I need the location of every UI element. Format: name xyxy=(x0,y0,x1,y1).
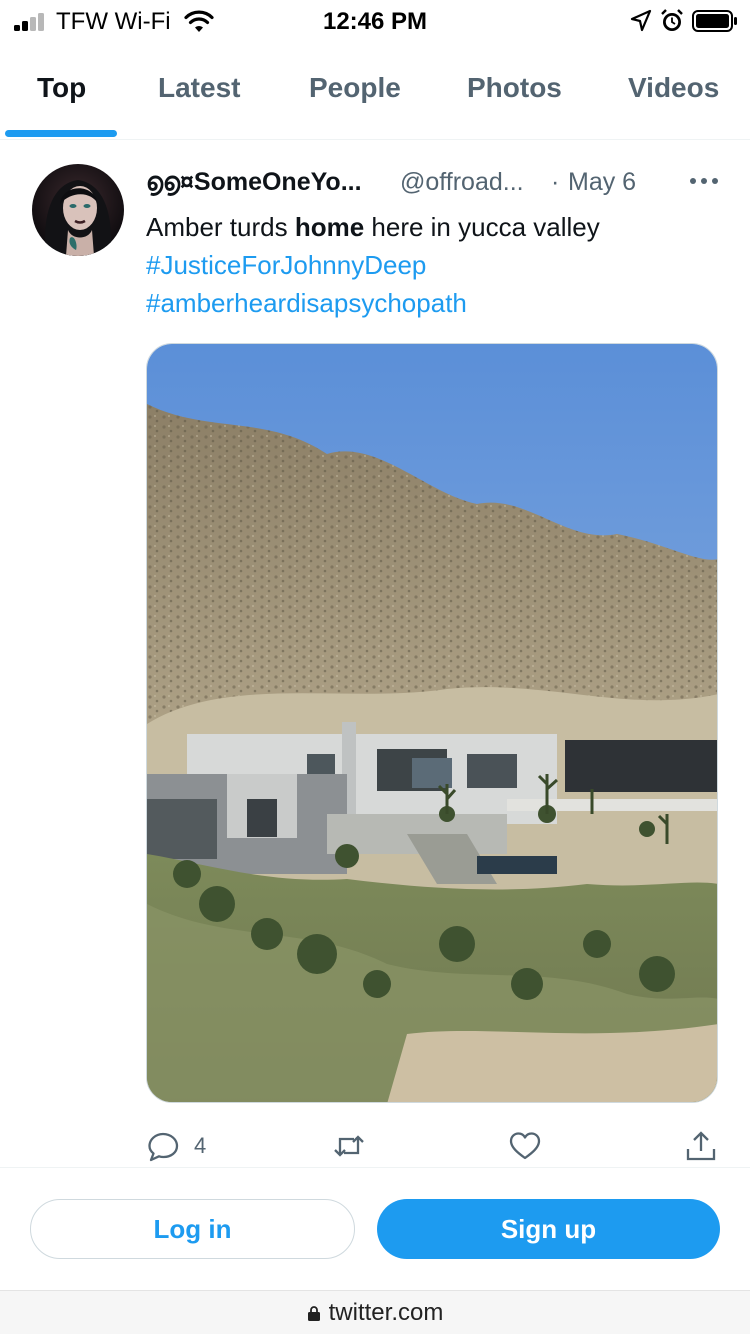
retweet-button[interactable] xyxy=(332,1128,366,1164)
share-button[interactable] xyxy=(684,1128,718,1164)
display-name[interactable]: ൭൭¤SomeOneYo... xyxy=(146,168,362,197)
browser-address-bar[interactable]: twitter.com xyxy=(0,1290,750,1334)
tweet-header: ൭൭¤SomeOneYo... @offroad... · May 6 xyxy=(146,168,726,202)
tweet-text-after: here in yucca valley xyxy=(364,212,600,242)
url-display[interactable]: twitter.com xyxy=(0,1299,750,1327)
login-button[interactable]: Log in xyxy=(30,1199,355,1259)
retweet-icon xyxy=(334,1135,364,1157)
tab-latest[interactable]: Latest xyxy=(158,72,240,104)
more-icon[interactable] xyxy=(686,166,722,196)
reply-count: 4 xyxy=(194,1133,207,1158)
tweet-text-bold: home xyxy=(294,212,365,242)
heart-icon xyxy=(509,1132,541,1160)
signup-button[interactable]: Sign up xyxy=(377,1199,720,1259)
active-tab-indicator xyxy=(5,130,117,137)
alarm-icon xyxy=(661,9,683,31)
tab-photos[interactable]: Photos xyxy=(467,72,562,104)
search-tabs: Top Latest People Photos Videos xyxy=(0,44,750,140)
status-bar: TFW Wi-Fi 12:46 PM xyxy=(0,0,750,44)
user-handle[interactable]: @offroad... xyxy=(400,168,524,197)
url-text: twitter.com xyxy=(328,1299,444,1326)
tab-top[interactable]: Top xyxy=(37,72,86,104)
login-bar: Log in Sign up xyxy=(0,1168,750,1290)
tweet-text-before: Amber turds xyxy=(146,212,295,242)
tweet-text: Amber turds home here in yucca valley #J… xyxy=(146,208,726,322)
reply-icon xyxy=(148,1132,179,1162)
tab-videos[interactable]: Videos xyxy=(628,72,719,104)
hashtag-link[interactable]: #amberheardisapsychopath xyxy=(146,284,726,322)
avatar[interactable] xyxy=(32,164,124,256)
separator-dot: · xyxy=(551,168,560,196)
reply-button[interactable]: 4 xyxy=(146,1128,206,1164)
lock-icon xyxy=(307,1306,320,1321)
tweet-photo[interactable] xyxy=(146,343,718,1103)
share-icon xyxy=(686,1131,716,1161)
hashtag-link[interactable]: #JusticeForJohnnyDeep xyxy=(146,246,726,284)
like-button[interactable] xyxy=(508,1128,542,1164)
tab-people[interactable]: People xyxy=(309,72,401,104)
location-icon xyxy=(630,9,652,32)
tweet-date[interactable]: May 6 xyxy=(568,168,636,197)
tweet-actions: 4 xyxy=(146,1128,726,1168)
battery-icon xyxy=(692,10,737,32)
